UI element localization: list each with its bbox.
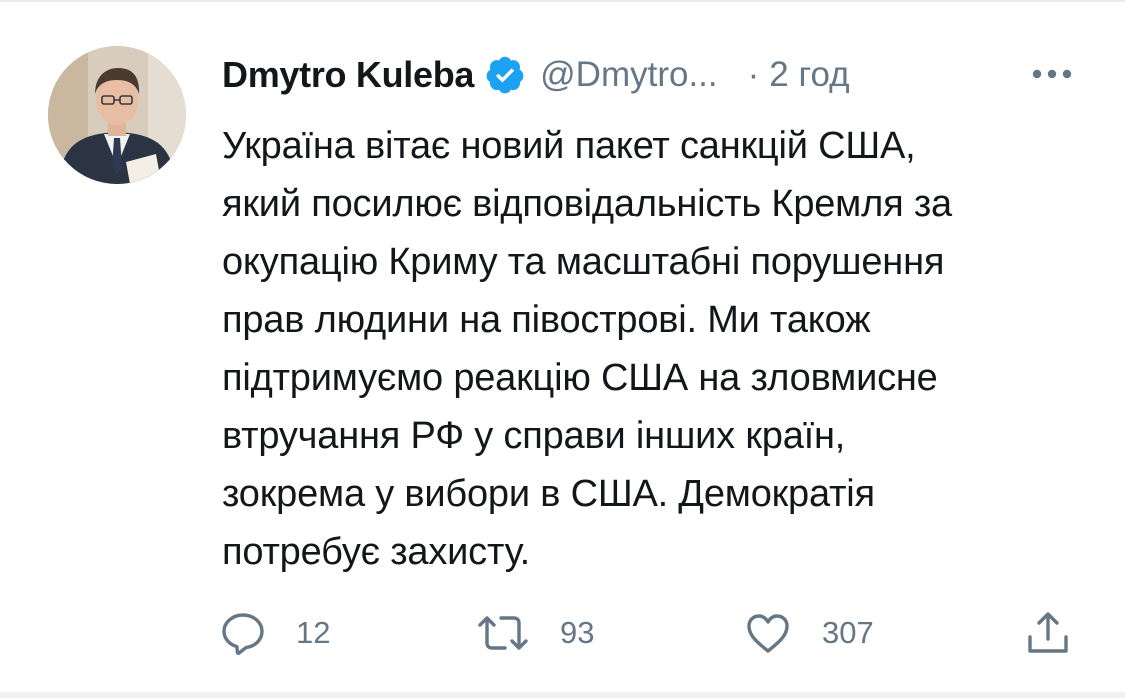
bottom-divider bbox=[0, 692, 1125, 698]
reply-count: 12 bbox=[296, 615, 331, 650]
top-divider bbox=[0, 0, 1125, 2]
author-handle[interactable]: @Dmytro... bbox=[540, 55, 717, 95]
more-options-icon[interactable] bbox=[1030, 66, 1074, 82]
share-icon bbox=[1028, 612, 1068, 653]
like-count: 307 bbox=[822, 615, 874, 650]
like-button[interactable]: 307 bbox=[744, 608, 874, 658]
tweet-timestamp[interactable]: 2 год bbox=[769, 55, 849, 95]
tweet-header: Dmytro Kuleba @Dmytro... · 2 год bbox=[222, 52, 850, 98]
tweet-text-line: окупацію Криму та масштабні порушення bbox=[222, 241, 945, 283]
tweet-text-line: Україна вітає новий пакет санкцій США, bbox=[222, 125, 916, 167]
tweet-text-line: потребує захисту. bbox=[222, 531, 530, 573]
reply-icon bbox=[222, 613, 264, 655]
tweet-text-line: підтримуємо реакцію США на зловмисне bbox=[222, 357, 938, 399]
header-separator: · bbox=[747, 55, 760, 94]
retweet-count: 93 bbox=[560, 615, 595, 650]
tweet-text-line: прав людини на півострові. Ми також bbox=[222, 299, 871, 341]
retweet-icon bbox=[478, 616, 528, 650]
avatar[interactable] bbox=[48, 46, 186, 184]
tweet-text: Україна вітає новий пакет санкцій США, я… bbox=[222, 117, 1102, 581]
tweet-text-line: зокрема у вибори в США. Демократія bbox=[222, 473, 875, 515]
retweet-button[interactable]: 93 bbox=[476, 608, 594, 658]
share-button[interactable] bbox=[1024, 608, 1072, 658]
tweet-text-line: втручання РФ у справи інших країн, bbox=[222, 415, 846, 457]
verified-badge-icon bbox=[484, 54, 526, 96]
heart-icon bbox=[747, 614, 789, 653]
reply-button[interactable]: 12 bbox=[220, 608, 330, 658]
author-name[interactable]: Dmytro Kuleba bbox=[222, 54, 474, 96]
tweet-text-line: який посилює відповідальність Кремля за bbox=[222, 183, 952, 225]
